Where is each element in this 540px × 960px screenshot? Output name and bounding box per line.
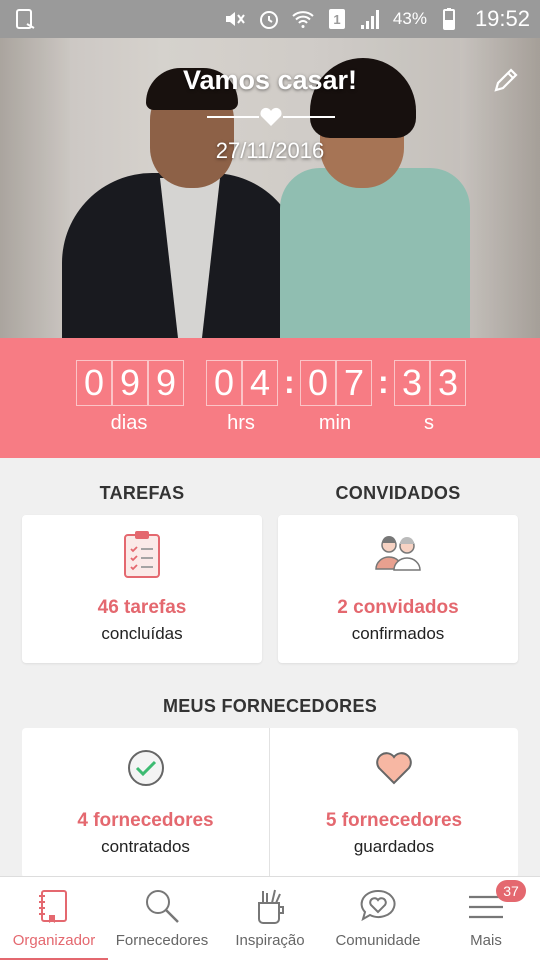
nav-fornecedores[interactable]: Fornecedores (108, 877, 216, 960)
tasks-title: TAREFAS (99, 483, 185, 503)
digit: 0 (206, 360, 242, 406)
tasks-status: concluídas (101, 624, 183, 643)
guests-card[interactable]: 2 convidados confirmados (278, 515, 518, 663)
tasks-card[interactable]: 46 tarefas concluídas (22, 515, 262, 663)
vendors-title: MEUS FORNECEDORES (162, 696, 378, 716)
digit: 7 (336, 360, 372, 406)
digit: 3 (394, 360, 430, 406)
colon-separator: : (284, 364, 295, 400)
digit: 4 (242, 360, 278, 406)
colon-separator: : (378, 364, 389, 400)
countdown-days: 0 9 9 (76, 360, 184, 406)
countdown-minutes: 0 7 (300, 360, 372, 406)
clock: 19:52 (474, 6, 530, 31)
nav-label: Mais (470, 932, 502, 949)
guests-title: CONVIDADOS (335, 483, 461, 503)
hired-vendors-count: 4 fornecedores (77, 810, 214, 831)
guests-status: confirmados (351, 624, 445, 643)
wifi-icon (292, 11, 314, 28)
digit: 0 (76, 360, 112, 406)
saved-vendors-status: guardados (353, 837, 435, 856)
days-label: dias (110, 412, 148, 434)
nav-label: Comunidade (335, 932, 421, 949)
battery-percent: 43% (392, 9, 427, 28)
guests-count: 2 convidados (337, 597, 459, 618)
countdown-hours: 0 4 (206, 360, 278, 406)
minutes-label: min (318, 412, 352, 434)
chat-heart-icon (360, 889, 396, 922)
status-bar: 1 43% 19:52 (0, 0, 540, 38)
screen-rotate-icon (16, 9, 35, 29)
checkmark-circle-icon (127, 750, 164, 786)
edit-pencil-icon[interactable] (492, 66, 520, 94)
nav-inspiracao[interactable]: Inspiração (216, 877, 324, 960)
digit: 9 (148, 360, 184, 406)
bottom-navigation: Organizador Fornecedores Inspiração Comu… (0, 876, 540, 960)
nav-label: Organizador (12, 932, 96, 949)
page-title: Vamos casar! (182, 65, 358, 95)
nav-comunidade[interactable]: Comunidade (324, 877, 432, 960)
nav-label: Inspiração (235, 932, 305, 949)
tasks-count: 46 tarefas (97, 597, 187, 618)
digit: 9 (112, 360, 148, 406)
heart-icon (376, 752, 412, 785)
saved-vendors-count: 5 fornecedores (325, 810, 463, 831)
battery-icon (442, 8, 455, 30)
inspiration-icon (258, 889, 284, 924)
nav-organizador[interactable]: Organizador (0, 877, 108, 960)
signal-icon (360, 10, 379, 29)
digit: 3 (430, 360, 466, 406)
sim-icon: 1 (328, 9, 345, 29)
clipboard-checklist-icon (124, 531, 160, 578)
notification-badge: 37 (496, 880, 526, 902)
guests-people-icon (375, 536, 421, 571)
wedding-date: 27/11/2016 (215, 138, 325, 163)
seconds-label: s (424, 412, 434, 434)
notebook-icon (39, 890, 67, 923)
countdown-panel: 0 9 9 0 4 : 0 7 : 3 3 dias hrs min s (0, 338, 540, 458)
digit: 0 (300, 360, 336, 406)
search-icon (146, 890, 179, 923)
hired-vendors-card[interactable]: 4 fornecedores contratados (22, 728, 269, 878)
alarm-icon (259, 11, 278, 29)
hired-vendors-status: contratados (101, 837, 190, 856)
hours-label: hrs (227, 412, 255, 434)
mute-icon (225, 12, 245, 26)
heart-divider-icon (207, 107, 335, 126)
nav-mais[interactable]: 37 Mais (432, 877, 540, 960)
saved-vendors-card[interactable]: 5 fornecedores guardados (270, 728, 518, 878)
countdown-seconds: 3 3 (394, 360, 466, 406)
nav-label: Fornecedores (115, 932, 209, 949)
svg-text:1: 1 (333, 12, 340, 27)
